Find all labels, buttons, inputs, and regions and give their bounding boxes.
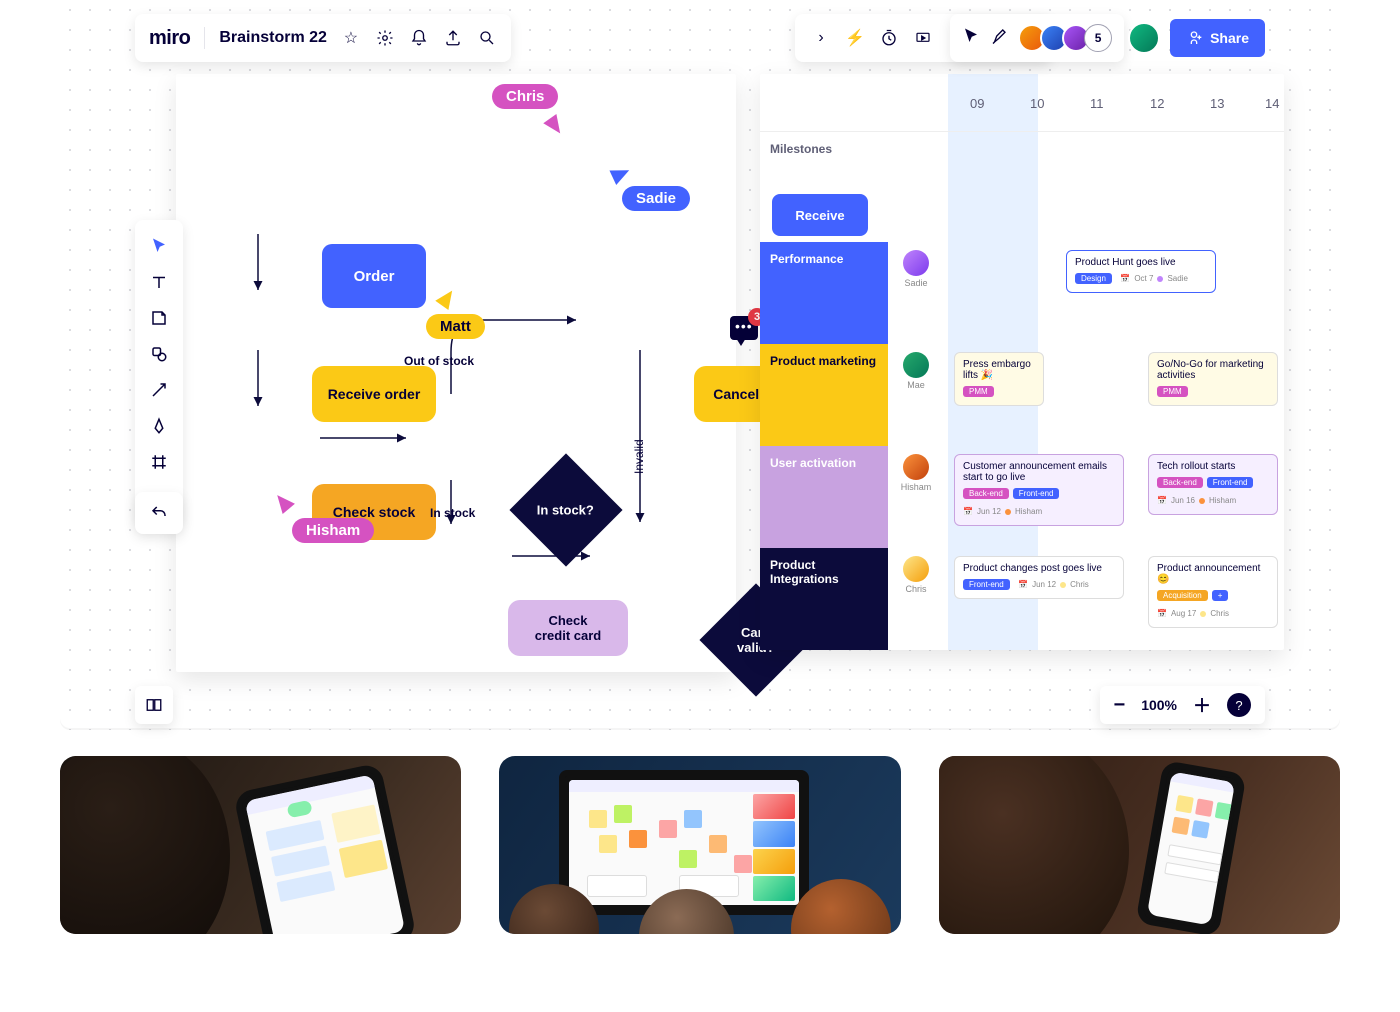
card-product-announcement[interactable]: Product announcement 😊 Acquisition+ 📅 Au… xyxy=(1148,556,1278,628)
row-owner-marketing: Mae xyxy=(898,380,934,390)
tool-text[interactable] xyxy=(135,264,183,300)
card-press-embargo[interactable]: Press embargo lifts 🎉 PMM xyxy=(954,352,1044,406)
frame-timeline[interactable]: 09 10 11 12 13 14 Milestones Receive Per… xyxy=(760,74,1284,650)
bolt-icon[interactable]: ⚡ xyxy=(845,28,865,48)
zoom-in[interactable]: ＋ xyxy=(1193,692,1211,718)
card-product-hunt[interactable]: Product Hunt goes live Design 📅 Oct 7 Sa… xyxy=(1066,250,1216,293)
avatar-hisham xyxy=(903,454,929,480)
export-icon[interactable] xyxy=(443,28,463,48)
day-12: 12 xyxy=(1150,96,1164,111)
collaboration-bar: 5 Share xyxy=(950,14,1265,62)
settings-icon[interactable] xyxy=(375,28,395,48)
day-09: 09 xyxy=(970,96,984,111)
node-order[interactable]: Order xyxy=(322,244,426,308)
cursor-sadie: Sadie xyxy=(622,186,690,211)
promo-tiles xyxy=(60,756,1340,934)
tool-frame[interactable] xyxy=(135,444,183,480)
row-label-integrations: Product Integrations xyxy=(760,548,888,650)
day-13: 13 xyxy=(1210,96,1224,111)
reactions-icon[interactable] xyxy=(990,27,1008,50)
card-tech-rollout[interactable]: Tech rollout starts Back-endFront-end 📅 … xyxy=(1148,454,1278,515)
milestone-receive[interactable]: Receive xyxy=(772,194,868,236)
row-performance: Performance Sadie Product Hunt goes live… xyxy=(760,242,1284,344)
search-icon[interactable] xyxy=(477,28,497,48)
node-in-stock-q[interactable]: In stock? xyxy=(509,453,622,566)
label-out-of-stock: Out of stock xyxy=(404,354,474,368)
row-label-activation: User activation xyxy=(760,446,888,548)
zoom-level[interactable]: 100% xyxy=(1141,697,1177,713)
present-icon[interactable] xyxy=(913,28,933,48)
row-label-marketing: Product marketing xyxy=(760,344,888,446)
board-name[interactable]: Brainstorm 22 xyxy=(219,29,327,47)
cursor-chris: Chris xyxy=(492,84,558,109)
chevron-left-icon[interactable]: › xyxy=(811,28,831,48)
cursor-hisham: Hisham xyxy=(292,518,374,543)
label-in-stock: In stock xyxy=(430,506,475,520)
avatar-mae xyxy=(903,352,929,378)
promo-phone xyxy=(939,756,1340,934)
comment-thread[interactable]: •••3 xyxy=(730,316,758,340)
frame-flowchart[interactable]: Order Receive order Check stock Cancel o… xyxy=(176,74,736,672)
star-icon[interactable]: ☆ xyxy=(341,28,361,48)
promo-tablet xyxy=(60,756,461,934)
tool-sticky[interactable] xyxy=(135,300,183,336)
row-label-performance: Performance xyxy=(760,242,888,344)
card-product-changes[interactable]: Product changes post goes live Front-end… xyxy=(954,556,1124,599)
row-integrations: Product Integrations Chris Product chang… xyxy=(760,548,1284,650)
row-owner-integrations: Chris xyxy=(898,584,934,594)
frames-panel-button[interactable] xyxy=(135,686,173,724)
pointer-icon[interactable] xyxy=(962,27,980,50)
avatar-chris xyxy=(903,556,929,582)
node-check-credit[interactable]: Check credit card xyxy=(508,600,628,656)
promo-tv xyxy=(499,756,900,934)
tool-pen[interactable] xyxy=(135,408,183,444)
day-11: 11 xyxy=(1090,96,1104,111)
avatar-me[interactable] xyxy=(1128,22,1160,54)
cursor-matt: Matt xyxy=(426,314,485,339)
row-owner-activation: Hisham xyxy=(898,482,934,492)
timer-icon[interactable] xyxy=(879,28,899,48)
tool-shape[interactable] xyxy=(135,336,183,372)
label-invalid: Invalid xyxy=(632,439,646,474)
day-14: 14 xyxy=(1265,96,1279,111)
row-activation: User activation Hisham Customer announce… xyxy=(760,446,1284,548)
row-marketing: Product marketing Mae Press embargo lift… xyxy=(760,344,1284,446)
card-go-nogo[interactable]: Go/No-Go for marketing activities PMM xyxy=(1148,352,1278,406)
toolbox xyxy=(135,220,183,524)
avatar-more[interactable]: 5 xyxy=(1084,24,1112,52)
help-button[interactable]: ? xyxy=(1227,693,1251,717)
tool-select[interactable] xyxy=(135,228,183,264)
node-receive-order[interactable]: Receive order xyxy=(312,366,436,422)
share-button[interactable]: Share xyxy=(1170,19,1265,57)
zoom-controls: − 100% ＋ ? xyxy=(1100,686,1266,724)
divider xyxy=(204,27,205,49)
row-owner-performance: Sadie xyxy=(898,278,934,288)
canvas[interactable]: Order Receive order Check stock Cancel o… xyxy=(60,0,1340,730)
zoom-out[interactable]: − xyxy=(1114,694,1126,717)
collaborator-avatars[interactable]: 5 xyxy=(1018,24,1112,52)
header: miro Brainstorm 22 ☆ xyxy=(135,14,511,62)
bell-icon[interactable] xyxy=(409,28,429,48)
avatar-sadie xyxy=(903,250,929,276)
logo[interactable]: miro xyxy=(149,27,190,50)
day-10: 10 xyxy=(1030,96,1044,111)
card-customer-emails[interactable]: Customer announcement emails start to go… xyxy=(954,454,1124,526)
tool-arrow[interactable] xyxy=(135,372,183,408)
timeline-header: 09 10 11 12 13 14 xyxy=(760,74,1284,132)
undo-button[interactable] xyxy=(135,492,183,534)
